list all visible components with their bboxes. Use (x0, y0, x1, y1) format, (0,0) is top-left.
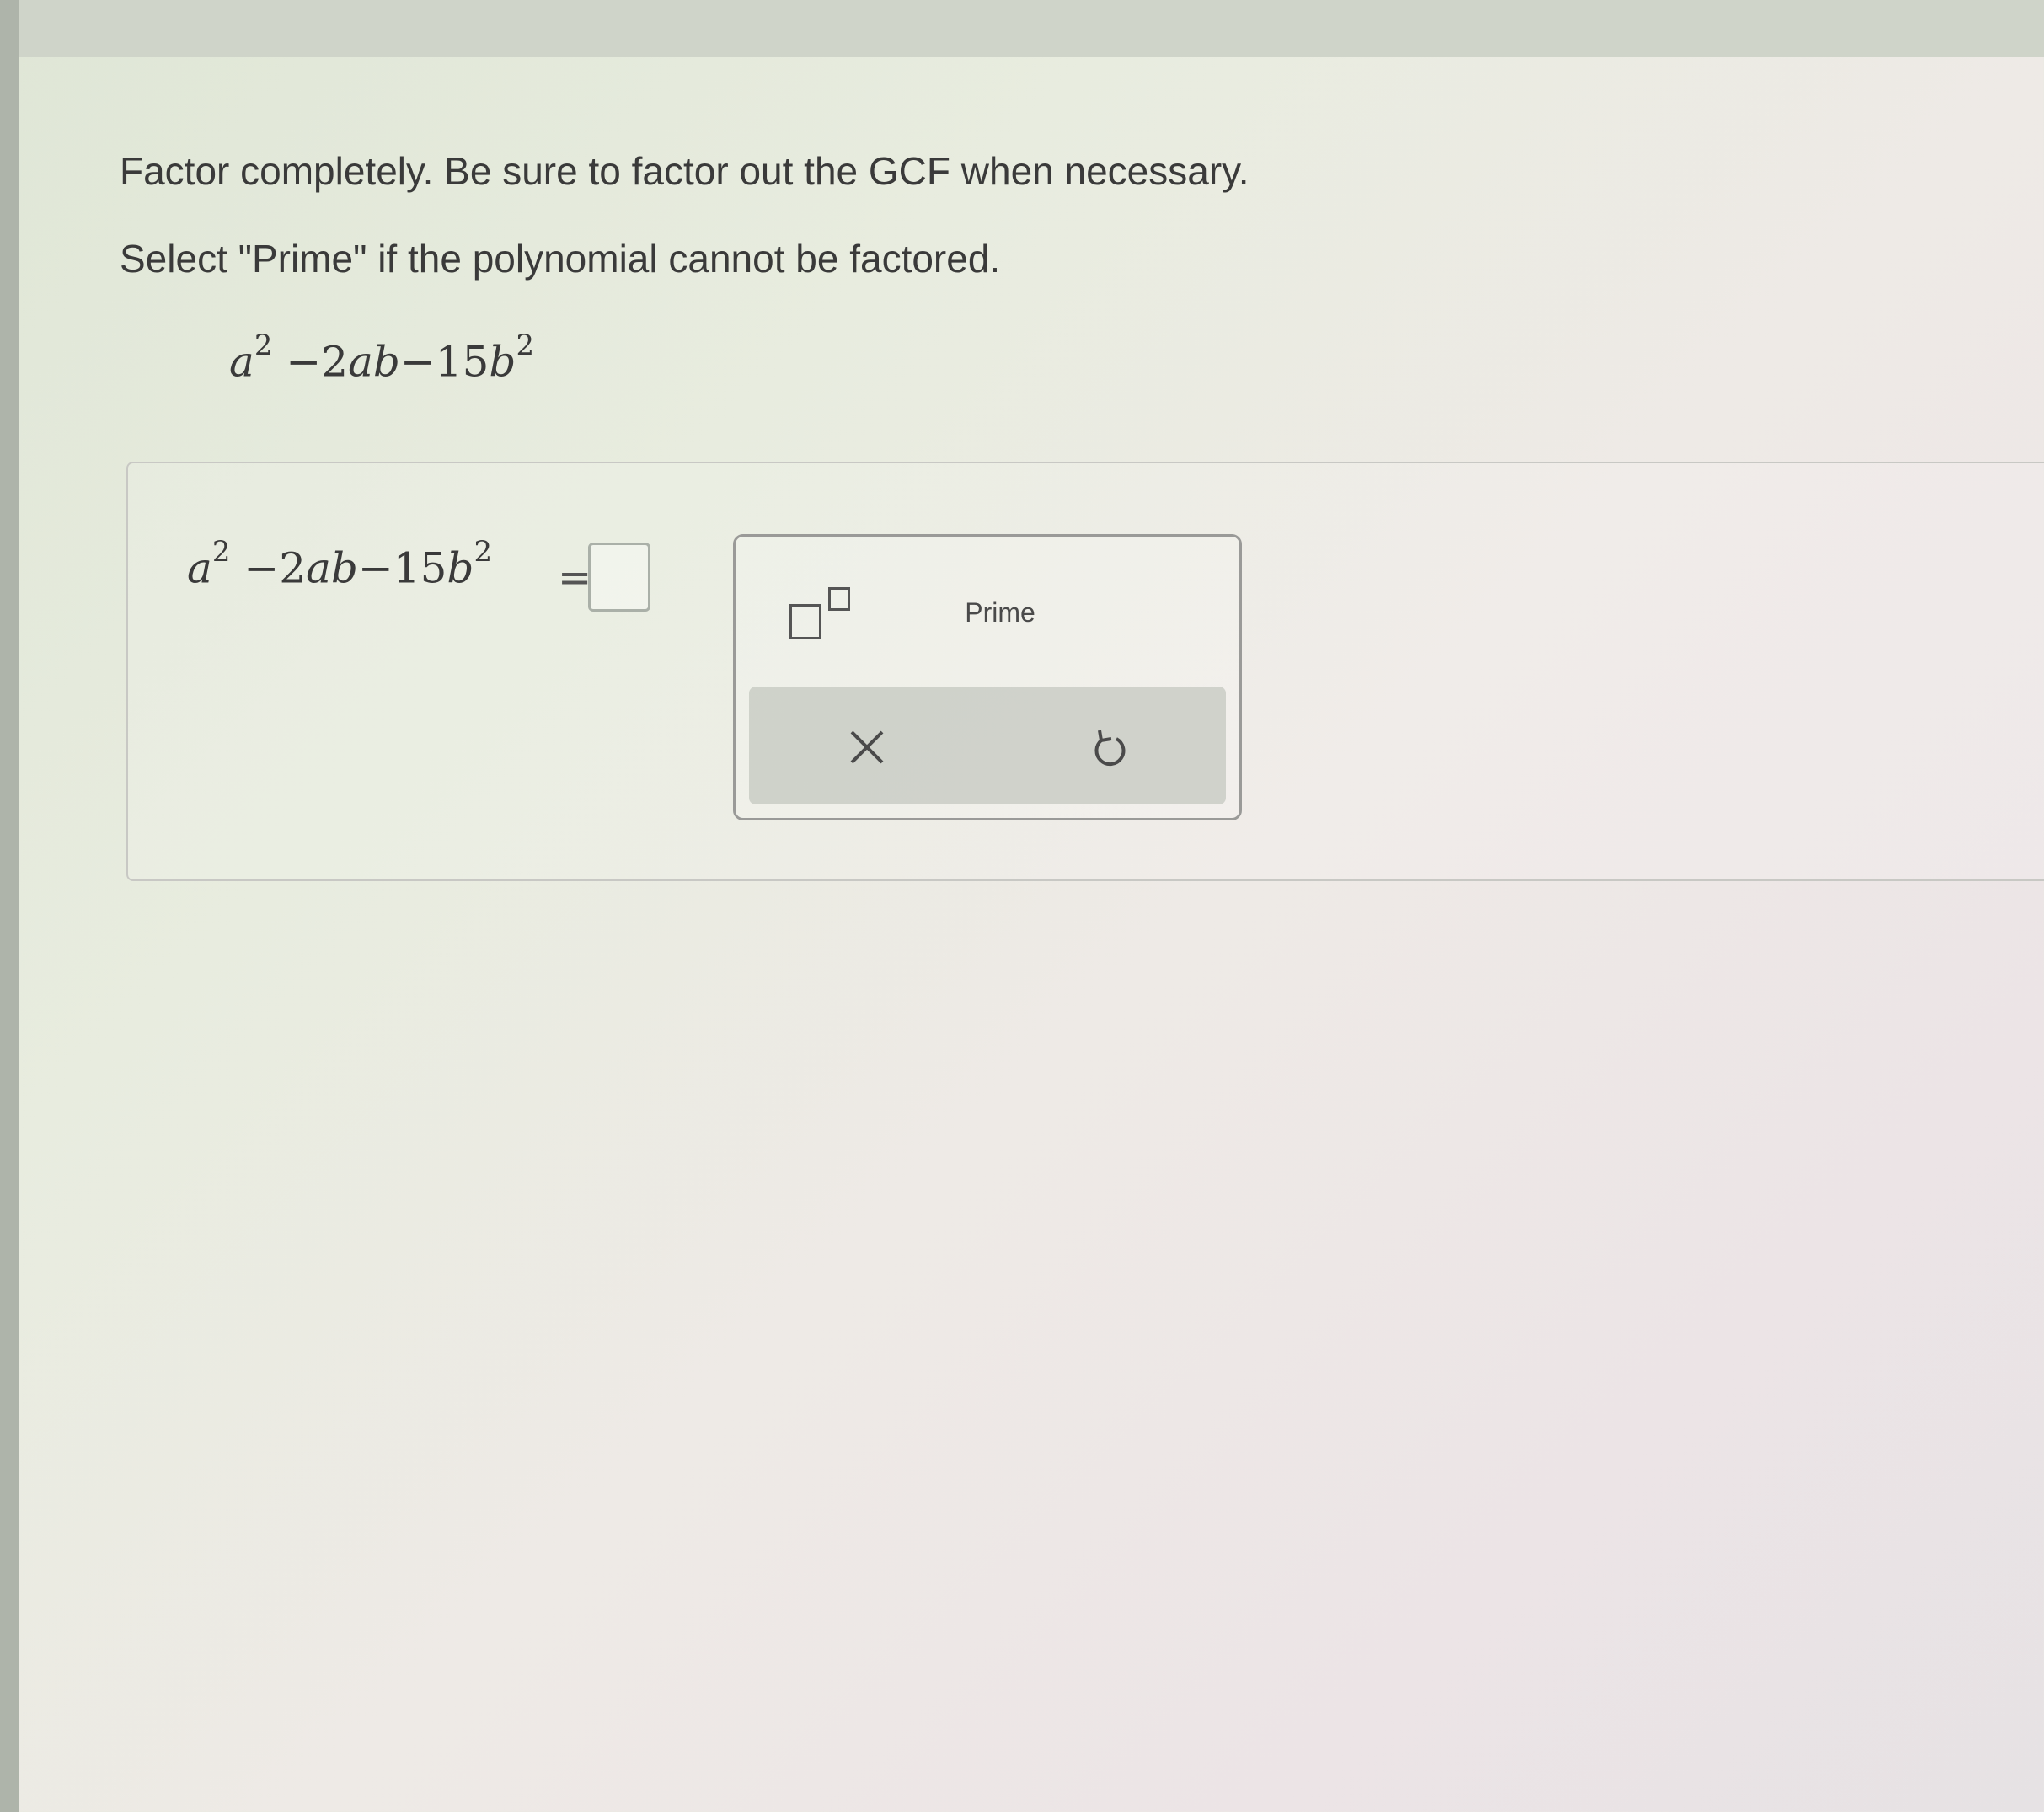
clear-button[interactable] (842, 722, 892, 772)
math-toolbox: Prime (733, 534, 1242, 820)
equals-sign: = (558, 554, 592, 601)
answer-expression: a2 −2ab−15b2 (187, 535, 493, 593)
close-icon (850, 730, 884, 764)
problem-expression: a2 −2ab−15b2 (229, 329, 535, 387)
toolbox-action-bar (749, 687, 1226, 804)
instruction-text: Factor completely. Be sure to factor out… (120, 149, 1249, 193)
question-page: Factor completely. Be sure to factor out… (19, 57, 2044, 1812)
answer-input[interactable] (588, 543, 650, 612)
top-bar (19, 0, 2044, 57)
prime-button[interactable]: Prime (941, 587, 1059, 638)
superscript-exponent-square (828, 587, 850, 611)
undo-button[interactable] (1084, 722, 1135, 772)
prime-instruction-text: Select "Prime" if the polynomial cannot … (120, 237, 1001, 281)
superscript-base-square (789, 604, 821, 639)
screen-left-edge (0, 0, 19, 1812)
superscript-button[interactable] (781, 579, 874, 655)
undo-icon (1094, 730, 1126, 767)
